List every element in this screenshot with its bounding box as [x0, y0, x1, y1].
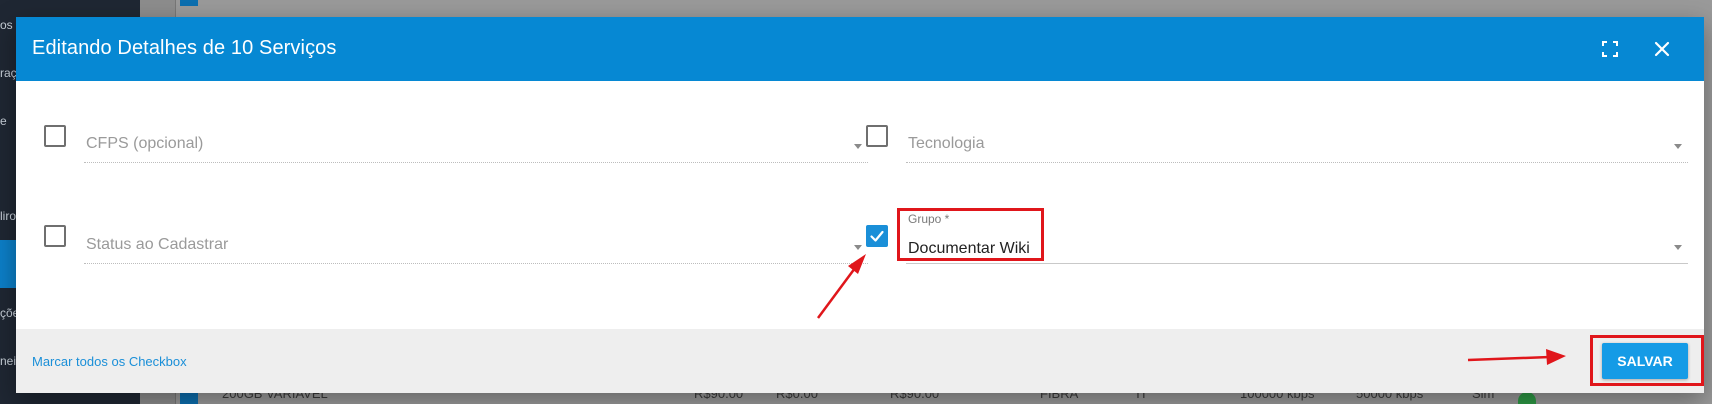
background-sidebar-fragment: raç [0, 66, 17, 80]
dialog-header: Editando Detalhes de 10 Serviços [16, 17, 1704, 81]
tecnologia-checkbox[interactable] [866, 125, 888, 147]
background-row-checkbox [180, 392, 198, 404]
status-placeholder: Status ao Cadastrar [86, 236, 229, 253]
dropdown-arrow-icon [1674, 245, 1682, 250]
cfps-placeholder: CFPS (opcional) [86, 135, 204, 152]
field-underline [84, 162, 868, 163]
background-sidebar-fragment: e [0, 114, 7, 128]
background-status-icon [1518, 392, 1536, 404]
grupo-select[interactable]: Grupo * Documentar Wiki [906, 210, 1688, 264]
dropdown-arrow-icon [854, 144, 862, 149]
fullscreen-button[interactable] [1596, 35, 1624, 63]
grupo-label: Grupo * [908, 212, 950, 226]
grupo-checkbox[interactable] [866, 225, 888, 247]
cfps-select[interactable]: CFPS (opcional) [84, 119, 868, 163]
tecnologia-placeholder: Tecnologia [908, 135, 985, 152]
tecnologia-select[interactable]: Tecnologia [906, 119, 1688, 163]
fullscreen-icon [1602, 41, 1618, 57]
edit-services-dialog: Editando Detalhes de 10 Serviços CFPS (o… [16, 17, 1704, 393]
save-button[interactable]: SALVAR [1602, 343, 1688, 379]
background-row-checkbox [180, 0, 198, 6]
cfps-checkbox[interactable] [44, 125, 66, 147]
background-sidebar-fragment: nei [0, 354, 17, 368]
mark-all-checkbox-link[interactable]: Marcar todos os Checkbox [32, 354, 187, 369]
close-icon [1654, 41, 1670, 57]
status-select[interactable]: Status ao Cadastrar [84, 220, 868, 264]
dropdown-arrow-icon [1674, 144, 1682, 149]
background-sidebar-fragment: liro [0, 209, 17, 223]
field-underline [906, 162, 1688, 163]
check-icon [870, 230, 884, 242]
dialog-footer: Marcar todos os Checkbox SALVAR [16, 329, 1704, 393]
background-sidebar-fragment: os [0, 18, 13, 32]
status-checkbox[interactable] [44, 225, 66, 247]
grupo-value: Documentar Wiki [908, 240, 1030, 257]
field-underline [906, 263, 1688, 264]
close-button[interactable] [1648, 35, 1676, 63]
dropdown-arrow-icon [854, 245, 862, 250]
field-underline [84, 263, 868, 264]
dialog-title: Editando Detalhes de 10 Serviços [32, 37, 337, 59]
